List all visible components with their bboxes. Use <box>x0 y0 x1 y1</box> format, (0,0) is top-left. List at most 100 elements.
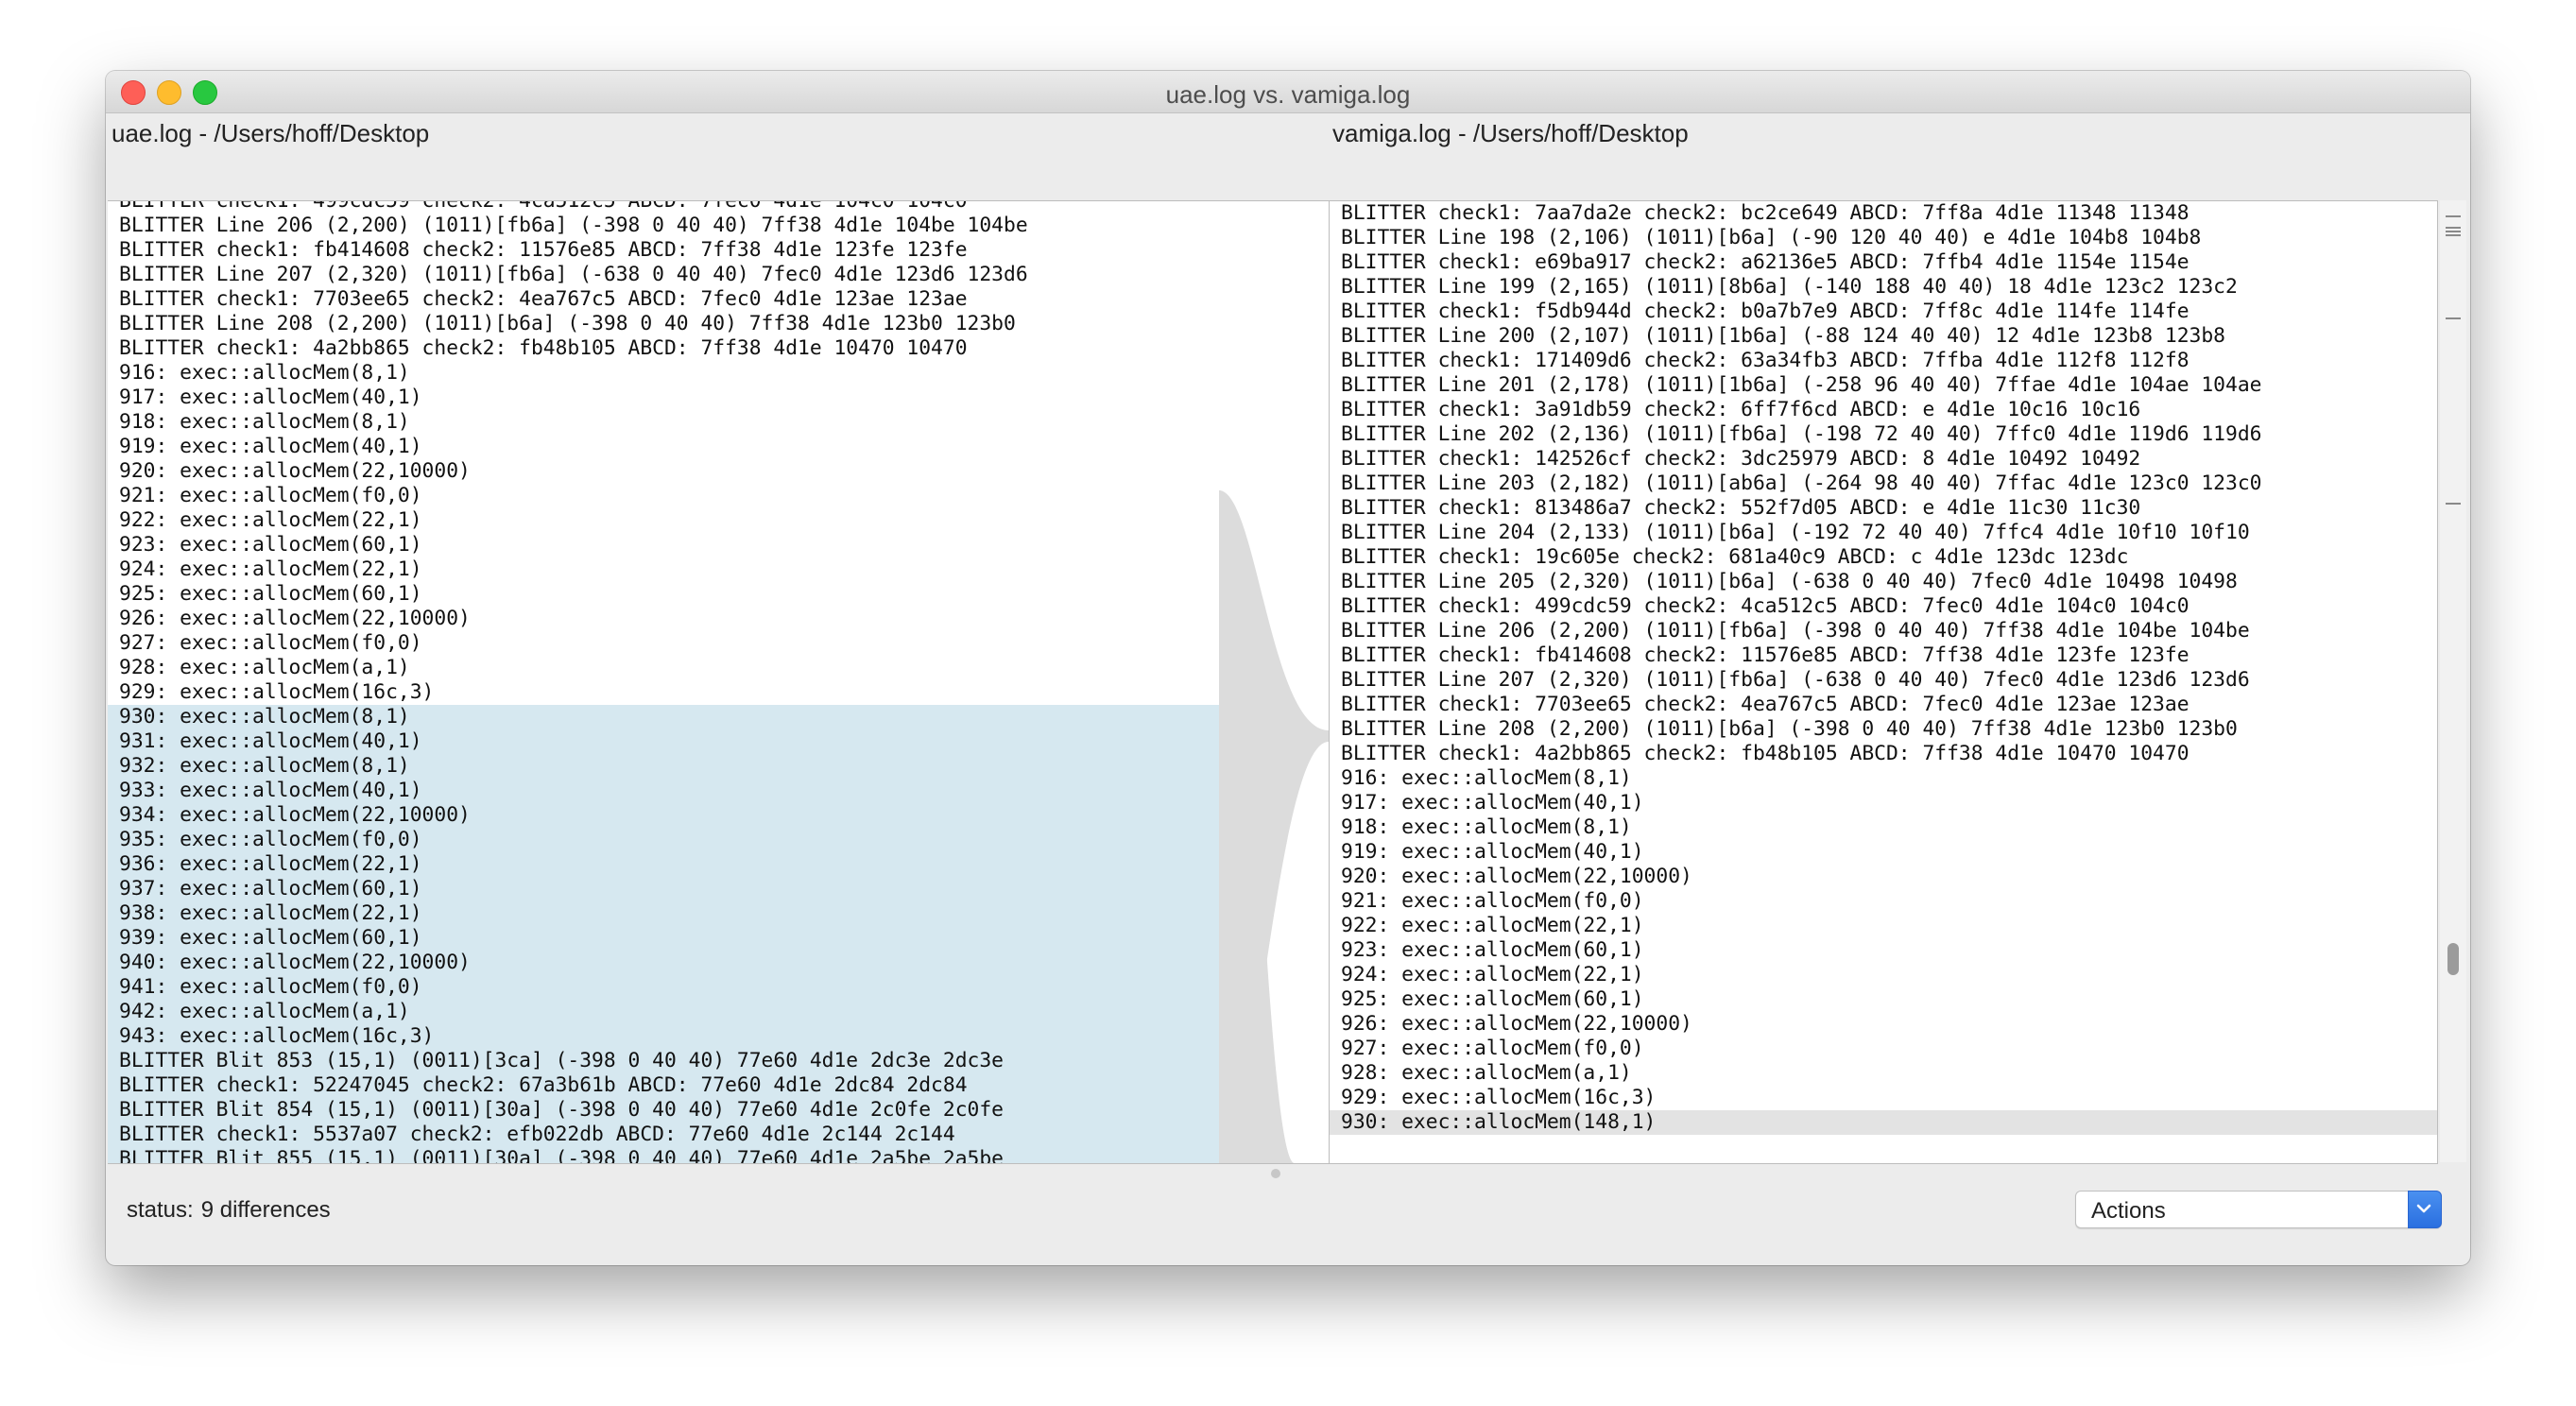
diff-scrollbar[interactable] <box>2440 200 2466 1162</box>
right-line[interactable]: BLITTER Line 207 (2,320) (1011)[fb6a] (-… <box>1330 668 2437 693</box>
right-line[interactable]: 925: exec::allocMem(60,1) <box>1330 987 2437 1012</box>
left-line[interactable]: 933: exec::allocMem(40,1) <box>108 779 1219 803</box>
left-line[interactable]: 936: exec::allocMem(22,1) <box>108 852 1219 877</box>
right-line[interactable]: BLITTER check1: 3a91db59 check2: 6ff7f6c… <box>1330 398 2437 422</box>
left-line[interactable]: BLITTER check1: fb414608 check2: 11576e8… <box>108 238 1219 263</box>
scrollbar-diff-marker <box>2446 215 2461 217</box>
left-line[interactable]: 937: exec::allocMem(60,1) <box>108 877 1219 901</box>
window-title: uae.log vs. vamiga.log <box>1165 80 1411 109</box>
right-line[interactable]: 920: exec::allocMem(22,10000) <box>1330 865 2437 889</box>
left-line[interactable]: BLITTER Line 207 (2,320) (1011)[fb6a] (-… <box>108 263 1219 287</box>
actions-label: Actions <box>2091 1198 2166 1224</box>
left-line[interactable]: BLITTER check1: 499cdc59 check2: 4ca512c… <box>108 201 1219 214</box>
right-line[interactable]: 930: exec::allocMem(148,1) <box>1330 1110 2437 1135</box>
right-line[interactable]: 921: exec::allocMem(f0,0) <box>1330 889 2437 914</box>
right-line[interactable]: 917: exec::allocMem(40,1) <box>1330 791 2437 815</box>
right-line[interactable]: BLITTER check1: 813486a7 check2: 552f7d0… <box>1330 496 2437 521</box>
left-line[interactable]: 932: exec::allocMem(8,1) <box>108 754 1219 779</box>
left-line[interactable]: 926: exec::allocMem(22,10000) <box>108 607 1219 631</box>
left-line[interactable]: BLITTER check1: 7703ee65 check2: 4ea767c… <box>108 287 1219 312</box>
left-line[interactable]: 938: exec::allocMem(22,1) <box>108 901 1219 926</box>
left-line[interactable]: 920: exec::allocMem(22,10000) <box>108 459 1219 484</box>
right-line[interactable]: BLITTER Line 200 (2,107) (1011)[1b6a] (-… <box>1330 324 2437 349</box>
left-line[interactable]: 919: exec::allocMem(40,1) <box>108 435 1219 459</box>
right-line[interactable]: BLITTER check1: 142526cf check2: 3dc2597… <box>1330 447 2437 472</box>
split-divider-handle[interactable] <box>1271 1169 1280 1178</box>
right-line[interactable]: 916: exec::allocMem(8,1) <box>1330 766 2437 791</box>
left-line[interactable]: BLITTER Blit 854 (15,1) (0011)[30a] (-39… <box>108 1098 1219 1123</box>
left-line[interactable]: 924: exec::allocMem(22,1) <box>108 557 1219 582</box>
left-line[interactable]: 927: exec::allocMem(f0,0) <box>108 631 1219 656</box>
right-line[interactable]: BLITTER Line 202 (2,136) (1011)[fb6a] (-… <box>1330 422 2437 447</box>
diff-connector-shape <box>1219 490 1329 1163</box>
left-line[interactable]: 941: exec::allocMem(f0,0) <box>108 975 1219 1000</box>
right-line[interactable]: BLITTER check1: 7aa7da2e check2: bc2ce64… <box>1330 201 2437 226</box>
right-line[interactable]: BLITTER check1: 171409d6 check2: 63a34fb… <box>1330 349 2437 373</box>
diff-window: uae.log vs. vamiga.log uae.log - /Users/… <box>106 71 2470 1265</box>
left-line[interactable]: 942: exec::allocMem(a,1) <box>108 1000 1219 1024</box>
left-text-pane[interactable]: BLITTER check1: 499cdc59 check2: 4ca512c… <box>108 200 1220 1164</box>
scrollbar-thumb[interactable] <box>2447 943 2459 975</box>
diff-connector <box>1219 200 1329 1164</box>
scrollbar-diff-marker <box>2446 234 2461 236</box>
right-line[interactable]: 919: exec::allocMem(40,1) <box>1330 840 2437 865</box>
right-line[interactable]: 924: exec::allocMem(22,1) <box>1330 963 2437 987</box>
right-line[interactable]: BLITTER Line 208 (2,200) (1011)[b6a] (-3… <box>1330 717 2437 742</box>
right-line[interactable]: BLITTER check1: 4a2bb865 check2: fb48b10… <box>1330 742 2437 766</box>
left-line[interactable]: 923: exec::allocMem(60,1) <box>108 533 1219 557</box>
right-line[interactable]: 926: exec::allocMem(22,10000) <box>1330 1012 2437 1037</box>
left-line[interactable]: 922: exec::allocMem(22,1) <box>108 508 1219 533</box>
scrollbar-diff-marker <box>2446 503 2461 505</box>
right-line[interactable]: BLITTER check1: f5db944d check2: b0a7b7e… <box>1330 300 2437 324</box>
left-line[interactable]: 943: exec::allocMem(16c,3) <box>108 1024 1219 1049</box>
left-line[interactable]: BLITTER Blit 853 (15,1) (0011)[3ca] (-39… <box>108 1049 1219 1073</box>
right-text-pane[interactable]: BLITTER check1: 7aa7da2e check2: bc2ce64… <box>1329 200 2438 1164</box>
right-line[interactable]: BLITTER Line 204 (2,133) (1011)[b6a] (-1… <box>1330 521 2437 545</box>
right-line[interactable]: BLITTER Line 199 (2,165) (1011)[8b6a] (-… <box>1330 275 2437 300</box>
title-bar: uae.log vs. vamiga.log <box>106 71 2470 113</box>
left-lines: BLITTER check1: 499cdc59 check2: 4ca512c… <box>108 201 1219 1163</box>
left-line[interactable]: 928: exec::allocMem(a,1) <box>108 656 1219 680</box>
right-line[interactable]: 918: exec::allocMem(8,1) <box>1330 815 2437 840</box>
left-line[interactable]: BLITTER check1: 5537a07 check2: efb022db… <box>108 1123 1219 1147</box>
left-line[interactable]: 917: exec::allocMem(40,1) <box>108 386 1219 410</box>
right-line[interactable]: 928: exec::allocMem(a,1) <box>1330 1061 2437 1086</box>
scrollbar-diff-marker <box>2446 317 2461 319</box>
status-value: 9 differences <box>200 1197 331 1223</box>
right-line[interactable]: BLITTER check1: 19c605e check2: 681a40c9… <box>1330 545 2437 570</box>
left-line[interactable]: BLITTER Line 206 (2,200) (1011)[fb6a] (-… <box>108 214 1219 238</box>
right-line[interactable]: BLITTER Line 203 (2,182) (1011)[ab6a] (-… <box>1330 472 2437 496</box>
right-line[interactable]: BLITTER Line 198 (2,106) (1011)[b6a] (-9… <box>1330 226 2437 250</box>
left-line[interactable]: BLITTER Blit 855 (15,1) (0011)[30a] (-39… <box>108 1147 1219 1163</box>
right-line[interactable]: BLITTER Line 205 (2,320) (1011)[b6a] (-6… <box>1330 570 2437 594</box>
right-line[interactable]: BLITTER Line 206 (2,200) (1011)[fb6a] (-… <box>1330 619 2437 643</box>
right-line[interactable]: 929: exec::allocMem(16c,3) <box>1330 1086 2437 1110</box>
left-line[interactable]: 935: exec::allocMem(f0,0) <box>108 828 1219 852</box>
actions-popup-button[interactable]: Actions <box>2075 1191 2442 1228</box>
right-lines: BLITTER check1: 7aa7da2e check2: bc2ce64… <box>1330 201 2437 1135</box>
left-line[interactable]: 940: exec::allocMem(22,10000) <box>108 951 1219 975</box>
left-line[interactable]: 934: exec::allocMem(22,10000) <box>108 803 1219 828</box>
right-line[interactable]: BLITTER check1: e69ba917 check2: a62136e… <box>1330 250 2437 275</box>
scrollbar-diff-marker <box>2446 227 2461 229</box>
left-line[interactable]: 921: exec::allocMem(f0,0) <box>108 484 1219 508</box>
right-line[interactable]: BLITTER check1: fb414608 check2: 11576e8… <box>1330 643 2437 668</box>
right-line[interactable]: 922: exec::allocMem(22,1) <box>1330 914 2437 938</box>
left-line[interactable]: 925: exec::allocMem(60,1) <box>108 582 1219 607</box>
right-line[interactable]: BLITTER check1: 7703ee65 check2: 4ea767c… <box>1330 693 2437 717</box>
left-line[interactable]: BLITTER check1: 52247045 check2: 67a3b61… <box>108 1073 1219 1098</box>
right-line[interactable]: BLITTER Line 201 (2,178) (1011)[1b6a] (-… <box>1330 373 2437 398</box>
left-line[interactable]: 918: exec::allocMem(8,1) <box>108 410 1219 435</box>
left-line[interactable]: 939: exec::allocMem(60,1) <box>108 926 1219 951</box>
right-line[interactable]: BLITTER check1: 499cdc59 check2: 4ca512c… <box>1330 594 2437 619</box>
status-bar: status: 9 differences <box>127 1197 331 1224</box>
left-line[interactable]: BLITTER Line 208 (2,200) (1011)[b6a] (-3… <box>108 312 1219 336</box>
scrollbar-diff-marker <box>2446 231 2461 232</box>
right-line[interactable]: 923: exec::allocMem(60,1) <box>1330 938 2437 963</box>
right-line[interactable]: 927: exec::allocMem(f0,0) <box>1330 1037 2437 1061</box>
left-line[interactable]: BLITTER check1: 4a2bb865 check2: fb48b10… <box>108 336 1219 361</box>
left-line[interactable]: 930: exec::allocMem(8,1) <box>108 705 1219 729</box>
left-line[interactable]: 929: exec::allocMem(16c,3) <box>108 680 1219 705</box>
left-line[interactable]: 931: exec::allocMem(40,1) <box>108 729 1219 754</box>
left-line[interactable]: 916: exec::allocMem(8,1) <box>108 361 1219 386</box>
